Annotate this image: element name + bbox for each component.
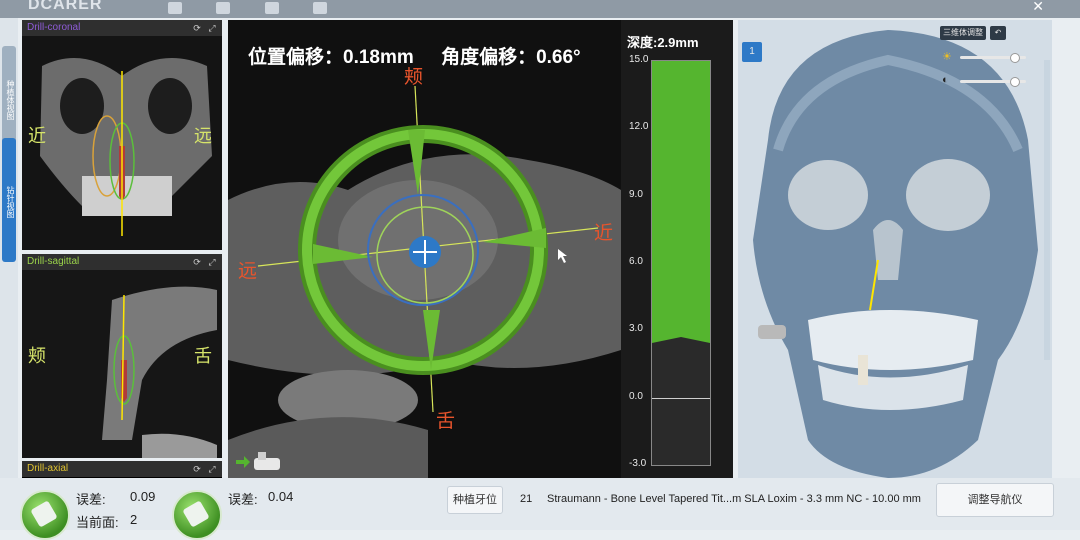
tool-icon[interactable]	[216, 2, 230, 14]
label-buccal: 颊	[28, 346, 46, 367]
adjust-navigator-button[interactable]: 调整导航仪	[936, 483, 1054, 517]
maximize-icon[interactable]: ⤢	[207, 257, 217, 267]
crosshair-target	[257, 85, 599, 413]
implant-position-button[interactable]: 种植牙位	[447, 486, 503, 514]
depth-tick-label: 0.0	[629, 390, 643, 402]
current-plane-label: 当前面:	[76, 515, 119, 530]
label-top-buccal: 颊	[404, 66, 424, 88]
drill-axial-view[interactable]: Drill-axial ⟳ ⤢	[22, 461, 222, 478]
refresh-icon[interactable]: ⟳	[192, 464, 202, 474]
title-bar: DCARER ✕	[0, 0, 1080, 18]
depth-tick-label: 9.0	[629, 188, 643, 200]
depth-tick-label: 3.0	[629, 323, 643, 335]
panel-header: Drill-sagittal ⟳ ⤢	[22, 254, 222, 270]
depth-fill-notch	[652, 332, 710, 343]
depth-tick-label: 15.0	[629, 54, 649, 65]
contrast-icon: ◐	[942, 74, 949, 86]
ct-slice-coronal	[22, 36, 222, 250]
reset-icon[interactable]: ↶	[990, 26, 1006, 40]
user-icon[interactable]	[313, 2, 327, 14]
cart-icon[interactable]	[265, 2, 279, 14]
contrast-slider-knob[interactable]	[1010, 77, 1020, 87]
view-number-badge[interactable]: 1	[742, 42, 762, 62]
current-plane-value: 2	[130, 512, 138, 527]
drill-sagittal-view[interactable]: Drill-sagittal ⟳ ⤢ 颊 舌	[22, 254, 222, 458]
label-distal: 远	[194, 126, 212, 147]
tooth-number: 21	[520, 493, 533, 505]
label-right-mesial: 近	[594, 222, 614, 244]
label-bottom-lingual: 舌	[436, 410, 456, 432]
refresh-icon[interactable]: ⟳	[192, 23, 202, 33]
maximize-icon[interactable]: ⤢	[207, 464, 217, 474]
depth-tick-label: -3.0	[629, 458, 647, 469]
status-bar: 误差: 0.09 当前面: 2 误差: 0.04 种植牙位 21 Strauma…	[0, 478, 1080, 540]
implant-description: Straumann - Bone Level Tapered Tit...m S…	[547, 493, 921, 505]
drill-status-icon[interactable]	[172, 490, 222, 540]
error2-label: 误差:	[228, 492, 258, 507]
tab-implant-view[interactable]: 种植体视图	[2, 46, 16, 150]
ct-slice-sagittal	[22, 270, 222, 458]
skull-3d-render	[738, 20, 1052, 478]
maximize-icon[interactable]: ⤢	[207, 23, 217, 33]
zero-line	[652, 397, 710, 399]
depth-gauge	[651, 60, 711, 466]
depth-tick-label: 12.0	[629, 121, 649, 133]
home-icon[interactable]	[168, 2, 182, 14]
implant-status-icon[interactable]	[20, 490, 70, 540]
error2-value: 0.04	[268, 489, 294, 504]
navigation-target-view[interactable]: 位置偏移：0.18mm 角度偏移：0.66° 颊 舌 远 近	[228, 20, 621, 478]
depth-tick-label: 6.0	[629, 256, 643, 267]
error1-value: 0.09	[130, 489, 156, 504]
side-tab-bar: 种植体视图 钻针视图	[0, 18, 18, 478]
label-left-distal: 远	[238, 260, 258, 282]
depth-gauge-panel: 深度:2.9mm 15.0 12.0 9.0 6.0 3.0 0.0 -3.0	[621, 20, 733, 478]
panel-title: Drill-coronal	[27, 22, 81, 33]
drill-coronal-view[interactable]: Drill-coronal ⟳ ⤢ 近 远	[22, 20, 222, 250]
drill-handpiece-icon	[236, 452, 280, 470]
refresh-icon[interactable]: ⟳	[192, 257, 202, 267]
error1-label: 误差:	[76, 492, 106, 507]
panel-header: Drill-axial ⟳ ⤢	[22, 461, 222, 477]
model-3d-view[interactable]: 1 三维体调整 ↶ ☀ ◐	[738, 20, 1052, 478]
brightness-icon: ☀	[942, 51, 952, 63]
volume-adjust-button[interactable]: 三维体调整	[940, 26, 986, 40]
brightness-slider-knob[interactable]	[1010, 53, 1020, 63]
label-mesial: 近	[28, 126, 46, 147]
panel-header: Drill-coronal ⟳ ⤢	[22, 20, 222, 36]
depth-title: 深度:2.9mm	[627, 35, 699, 50]
close-icon[interactable]: ✕	[1032, 0, 1044, 15]
tab-drill-view[interactable]: 钻针视图	[2, 138, 16, 262]
depth-fill	[652, 61, 710, 333]
app-logo: DCARER	[28, 0, 103, 13]
panel-title: Drill-sagittal	[27, 256, 80, 267]
panel-title: Drill-axial	[27, 463, 69, 474]
label-lingual: 舌	[194, 346, 212, 367]
